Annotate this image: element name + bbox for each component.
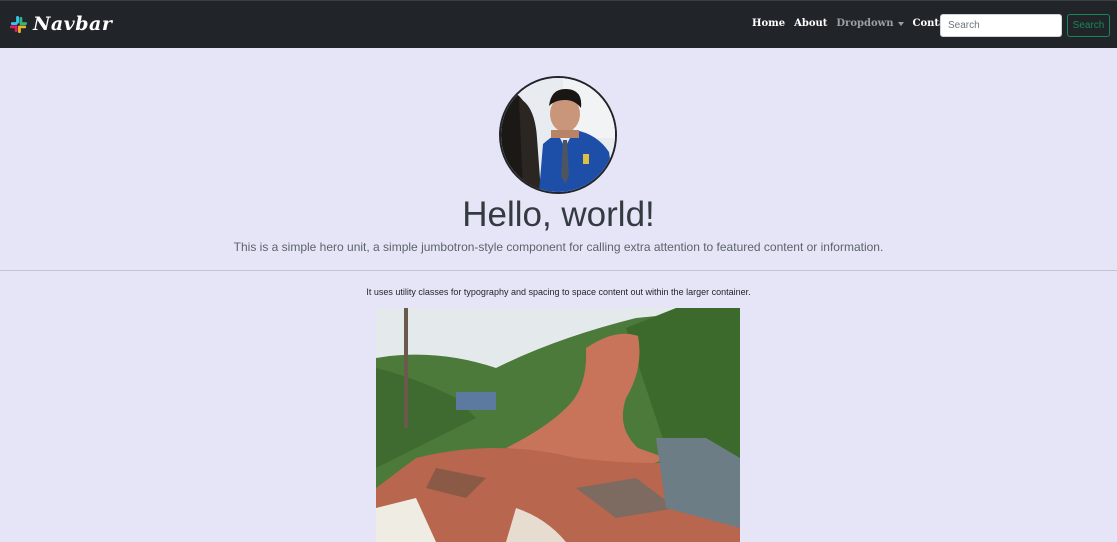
nav-link-about[interactable]: About [794,18,827,29]
slack-logo-icon [9,15,28,33]
nav-links: Home About Dropdown Contact [752,18,965,29]
nav-dropdown-toggle[interactable]: Dropdown [836,18,904,29]
hero-lead: This is a simple hero unit, a simple jum… [233,240,884,254]
body-text: It uses utility classes for typography a… [366,287,751,297]
avatar [499,76,617,194]
landslide-image [376,308,740,542]
navbar: Navbar Home About Dropdown Contact Searc… [0,0,1117,48]
landslide-photo [376,308,740,542]
search-button[interactable]: Search [1067,14,1110,37]
hero-title: Hello, world! [462,195,655,234]
nav-link-home[interactable]: Home [752,18,785,29]
search-input[interactable] [940,14,1062,37]
navbar-brand[interactable]: Navbar [9,13,112,35]
nav-dropdown-label: Dropdown [836,18,894,29]
caret-down-icon [897,21,904,26]
profile-photo [501,78,615,192]
divider [0,270,1117,271]
brand-text: Navbar [33,13,113,35]
